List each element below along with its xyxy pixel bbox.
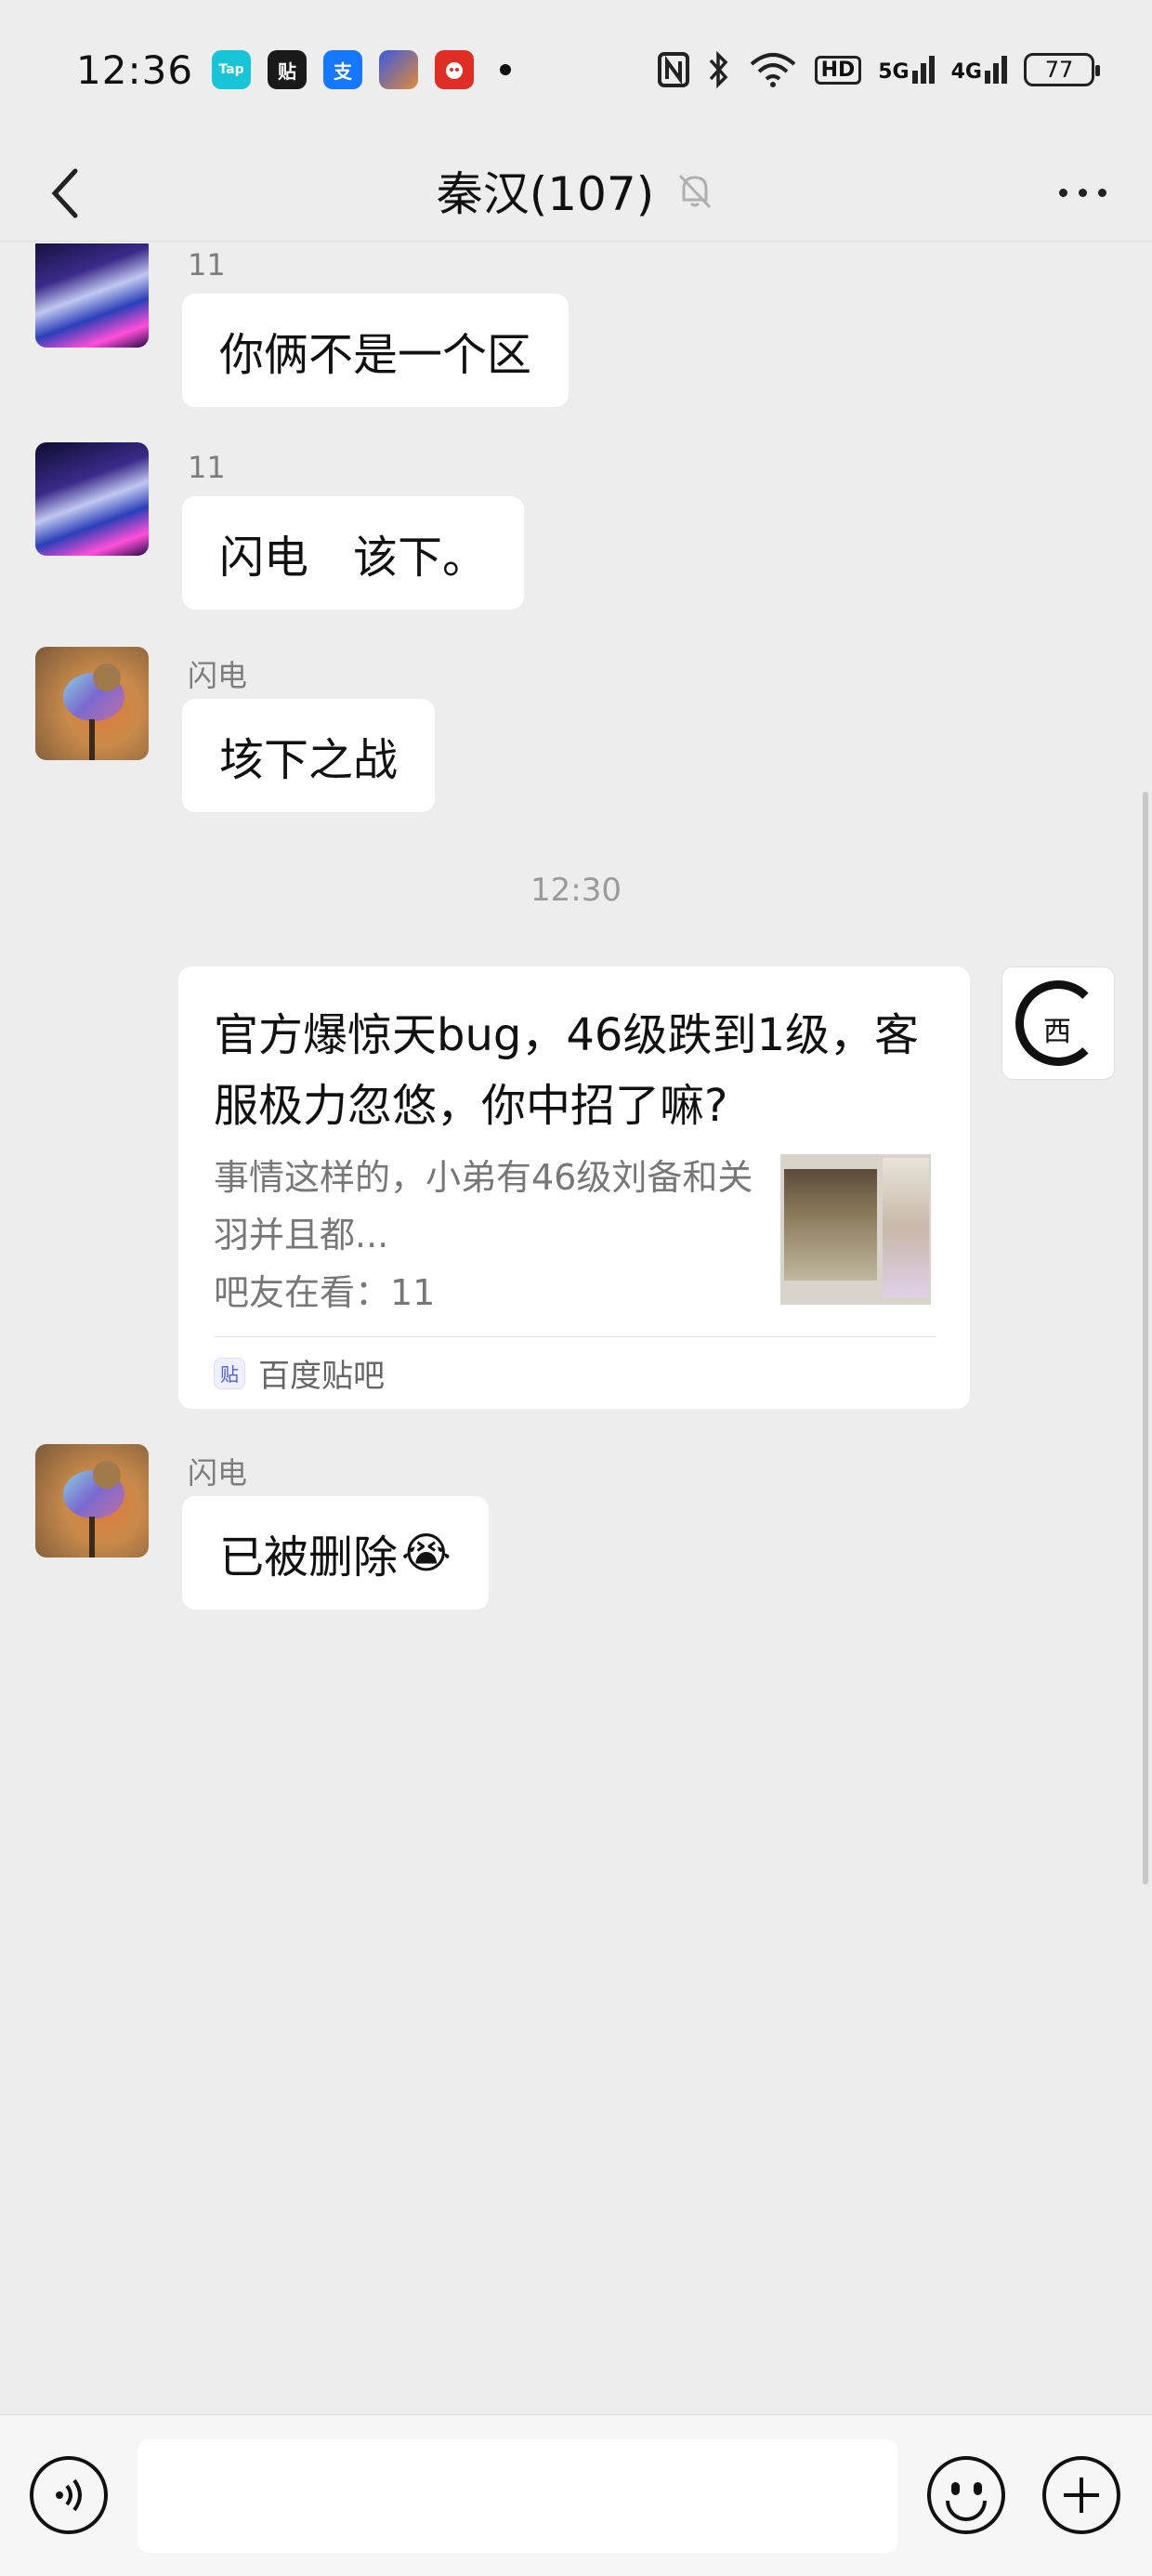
crying-emoji-icon: 😭 [401, 1528, 452, 1578]
signal-5g-icon: 5G [878, 56, 935, 84]
bluetooth-icon [709, 51, 727, 88]
scrollbar[interactable] [1143, 792, 1148, 1885]
time-divider: 12:30 [530, 872, 622, 909]
status-indicators: HD 5G 4G 77 [657, 51, 1100, 88]
hd-indicator: HD [814, 55, 862, 85]
avatar[interactable] [35, 442, 149, 556]
card-meta: 吧友在看：11 [214, 1272, 436, 1313]
tieba-icon: 贴 [268, 50, 307, 89]
wifi-icon [750, 53, 795, 87]
message-input[interactable] [137, 2439, 897, 2553]
message-text: 已被删除 [219, 1531, 399, 1584]
status-app-icons: Tap 贴 支 [212, 50, 511, 89]
card-source-label: 百度贴吧 [258, 1358, 385, 1395]
sender-name: 闪电 [188, 1455, 248, 1491]
card-title: 官方爆惊天bug，46级跌到1级，客服极力忽悠，你中招了嘛? [214, 1009, 919, 1132]
battery-icon: 77 [1024, 53, 1100, 86]
game-icon [379, 50, 418, 89]
chat-header: 秦汉(107) [0, 139, 1152, 242]
card-body: 事情这样的，小弟有46级刘备和关羽并且都... 吧友在看：11 [214, 1149, 936, 1321]
more-dot-icon [1058, 188, 1067, 197]
sender-name: 11 [188, 247, 226, 283]
title-group: 秦汉(107) [437, 157, 715, 224]
shared-link-card[interactable]: 官方爆惊天bug，46级跌到1级，客服极力忽悠，你中招了嘛? 事情这样的，小弟有… [178, 966, 970, 1409]
alipay-icon: 支 [323, 50, 362, 89]
input-bar [0, 2414, 1152, 2576]
status-bar: 12:36 Tap 贴 支 HD 5G 4G 77 [0, 0, 1152, 139]
message-bubble[interactable]: 已被删除 😭 [182, 1496, 489, 1610]
message-bubble[interactable]: 闪电 该下。 [182, 496, 525, 610]
more-actions-button[interactable] [1042, 2456, 1120, 2534]
more-dot-icon [1097, 188, 1106, 197]
voice-button[interactable] [30, 2456, 108, 2534]
pdd-icon [435, 50, 474, 89]
nfc-icon [657, 52, 689, 87]
signal-4g-icon: 4G [951, 56, 1007, 84]
card-summary: 事情这样的，小弟有46级刘备和关羽并且都... [214, 1157, 753, 1255]
muted-bell-icon [679, 174, 712, 208]
page-title: 秦汉(107) [436, 166, 655, 221]
card-description: 事情这样的，小弟有46级刘备和关羽并且都... 吧友在看：11 [214, 1149, 762, 1321]
more-options-button[interactable] [1050, 169, 1115, 216]
chevron-left-icon [51, 168, 78, 218]
voice-icon [56, 2478, 82, 2512]
status-time: 12:36 [76, 46, 194, 93]
more-dot-icon [1078, 188, 1087, 197]
back-button[interactable] [37, 165, 93, 221]
card-thumbnail [780, 1154, 931, 1305]
my-avatar[interactable]: 西 [1001, 966, 1115, 1080]
avatar[interactable] [35, 647, 149, 760]
tieba-icon: 贴 [214, 1357, 245, 1389]
card-source: 贴 百度贴吧 [214, 1336, 936, 1409]
taptap-icon: Tap [212, 50, 251, 89]
notification-dot-icon [500, 64, 511, 75]
avatar[interactable] [35, 1444, 149, 1557]
avatar[interactable] [35, 243, 149, 348]
sender-name: 闪电 [188, 658, 248, 693]
message-bubble[interactable]: 你俩不是一个区 [182, 294, 569, 407]
emoji-button[interactable] [927, 2456, 1005, 2534]
chat-messages[interactable]: 11 你俩不是一个区 11 闪电 该下。 闪电 垓下之战 12:30 西 官方爆… [0, 243, 1152, 2413]
sender-name: 11 [188, 450, 226, 485]
message-bubble[interactable]: 垓下之战 [182, 699, 436, 812]
